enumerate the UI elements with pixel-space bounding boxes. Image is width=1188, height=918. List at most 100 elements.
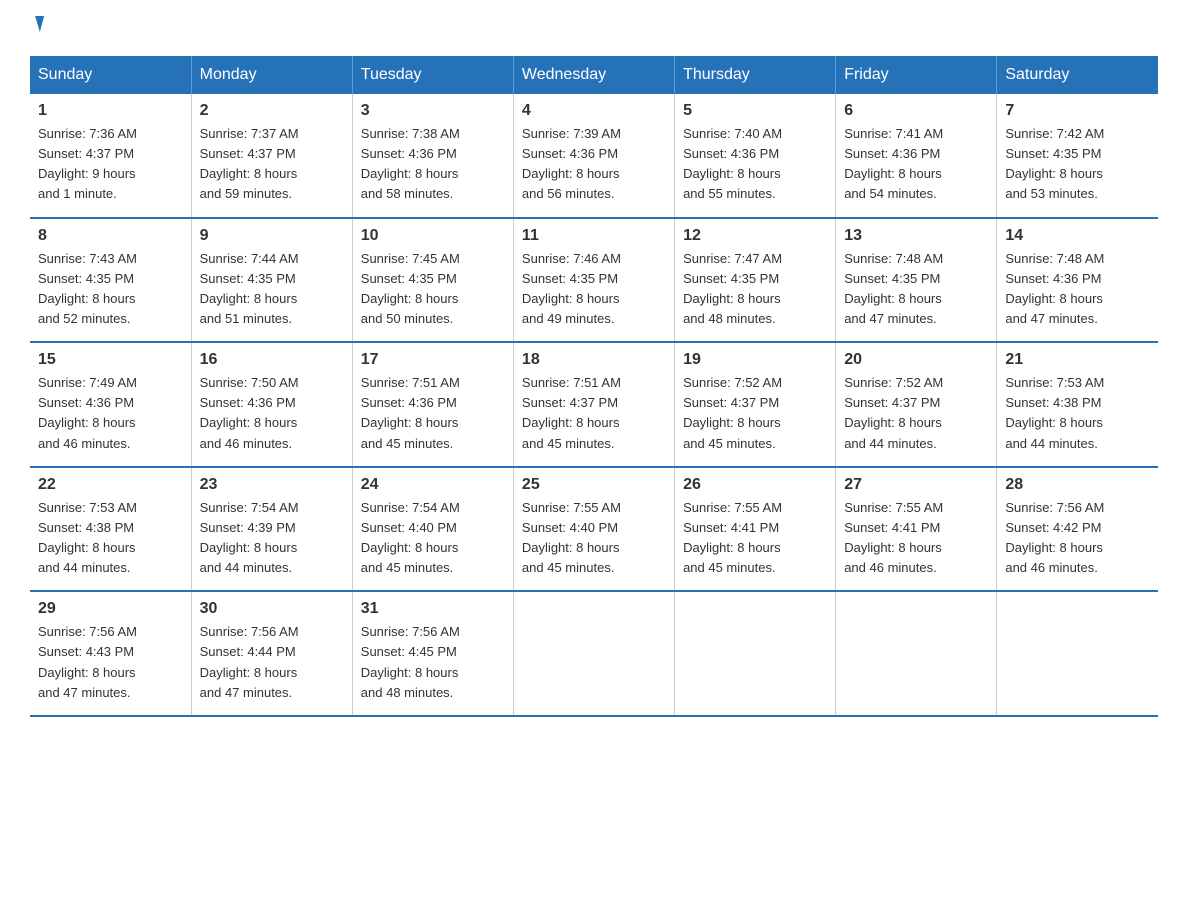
- day-of-week-header: Saturday: [997, 56, 1158, 94]
- day-number: 1: [38, 102, 183, 120]
- calendar-body: 1 Sunrise: 7:36 AMSunset: 4:37 PMDayligh…: [30, 94, 1158, 716]
- calendar-cell: 25 Sunrise: 7:55 AMSunset: 4:40 PMDaylig…: [513, 467, 674, 592]
- logo: [30, 20, 42, 36]
- calendar-cell: 18 Sunrise: 7:51 AMSunset: 4:37 PMDaylig…: [513, 342, 674, 467]
- day-info: Sunrise: 7:48 AMSunset: 4:36 PMDaylight:…: [1005, 249, 1150, 330]
- day-info: Sunrise: 7:54 AMSunset: 4:40 PMDaylight:…: [361, 498, 505, 579]
- day-info: Sunrise: 7:52 AMSunset: 4:37 PMDaylight:…: [844, 373, 988, 454]
- calendar-week-row: 1 Sunrise: 7:36 AMSunset: 4:37 PMDayligh…: [30, 94, 1158, 218]
- day-info: Sunrise: 7:45 AMSunset: 4:35 PMDaylight:…: [361, 249, 505, 330]
- day-number: 15: [38, 351, 183, 369]
- day-number: 7: [1005, 102, 1150, 120]
- calendar-table: SundayMondayTuesdayWednesdayThursdayFrid…: [30, 56, 1158, 717]
- day-number: 25: [522, 476, 666, 494]
- day-info: Sunrise: 7:47 AMSunset: 4:35 PMDaylight:…: [683, 249, 827, 330]
- calendar-cell: 9 Sunrise: 7:44 AMSunset: 4:35 PMDayligh…: [191, 218, 352, 343]
- day-info: Sunrise: 7:43 AMSunset: 4:35 PMDaylight:…: [38, 249, 183, 330]
- day-info: Sunrise: 7:48 AMSunset: 4:35 PMDaylight:…: [844, 249, 988, 330]
- calendar-cell: 19 Sunrise: 7:52 AMSunset: 4:37 PMDaylig…: [675, 342, 836, 467]
- calendar-cell: 24 Sunrise: 7:54 AMSunset: 4:40 PMDaylig…: [352, 467, 513, 592]
- day-number: 27: [844, 476, 988, 494]
- day-number: 20: [844, 351, 988, 369]
- calendar-week-row: 8 Sunrise: 7:43 AMSunset: 4:35 PMDayligh…: [30, 218, 1158, 343]
- day-info: Sunrise: 7:54 AMSunset: 4:39 PMDaylight:…: [200, 498, 344, 579]
- day-number: 14: [1005, 227, 1150, 245]
- calendar-cell: 7 Sunrise: 7:42 AMSunset: 4:35 PMDayligh…: [997, 94, 1158, 218]
- calendar-cell: 5 Sunrise: 7:40 AMSunset: 4:36 PMDayligh…: [675, 94, 836, 218]
- calendar-cell: 29 Sunrise: 7:56 AMSunset: 4:43 PMDaylig…: [30, 591, 191, 716]
- day-number: 22: [38, 476, 183, 494]
- calendar-cell: 28 Sunrise: 7:56 AMSunset: 4:42 PMDaylig…: [997, 467, 1158, 592]
- calendar-cell: [836, 591, 997, 716]
- day-number: 6: [844, 102, 988, 120]
- calendar-cell: 8 Sunrise: 7:43 AMSunset: 4:35 PMDayligh…: [30, 218, 191, 343]
- day-info: Sunrise: 7:38 AMSunset: 4:36 PMDaylight:…: [361, 124, 505, 205]
- day-info: Sunrise: 7:46 AMSunset: 4:35 PMDaylight:…: [522, 249, 666, 330]
- day-number: 24: [361, 476, 505, 494]
- calendar-week-row: 29 Sunrise: 7:56 AMSunset: 4:43 PMDaylig…: [30, 591, 1158, 716]
- day-number: 9: [200, 227, 344, 245]
- day-info: Sunrise: 7:49 AMSunset: 4:36 PMDaylight:…: [38, 373, 183, 454]
- day-info: Sunrise: 7:51 AMSunset: 4:36 PMDaylight:…: [361, 373, 505, 454]
- day-info: Sunrise: 7:56 AMSunset: 4:42 PMDaylight:…: [1005, 498, 1150, 579]
- day-info: Sunrise: 7:56 AMSunset: 4:44 PMDaylight:…: [200, 622, 344, 703]
- calendar-cell: 6 Sunrise: 7:41 AMSunset: 4:36 PMDayligh…: [836, 94, 997, 218]
- day-info: Sunrise: 7:42 AMSunset: 4:35 PMDaylight:…: [1005, 124, 1150, 205]
- day-info: Sunrise: 7:52 AMSunset: 4:37 PMDaylight:…: [683, 373, 827, 454]
- calendar-cell: 21 Sunrise: 7:53 AMSunset: 4:38 PMDaylig…: [997, 342, 1158, 467]
- calendar-cell: 1 Sunrise: 7:36 AMSunset: 4:37 PMDayligh…: [30, 94, 191, 218]
- day-of-week-header: Sunday: [30, 56, 191, 94]
- day-info: Sunrise: 7:44 AMSunset: 4:35 PMDaylight:…: [200, 249, 344, 330]
- calendar-week-row: 15 Sunrise: 7:49 AMSunset: 4:36 PMDaylig…: [30, 342, 1158, 467]
- day-info: Sunrise: 7:56 AMSunset: 4:43 PMDaylight:…: [38, 622, 183, 703]
- day-number: 11: [522, 227, 666, 245]
- day-info: Sunrise: 7:53 AMSunset: 4:38 PMDaylight:…: [38, 498, 183, 579]
- days-of-week-row: SundayMondayTuesdayWednesdayThursdayFrid…: [30, 56, 1158, 94]
- calendar-cell: 3 Sunrise: 7:38 AMSunset: 4:36 PMDayligh…: [352, 94, 513, 218]
- calendar-cell: 30 Sunrise: 7:56 AMSunset: 4:44 PMDaylig…: [191, 591, 352, 716]
- day-number: 17: [361, 351, 505, 369]
- day-info: Sunrise: 7:55 AMSunset: 4:41 PMDaylight:…: [683, 498, 827, 579]
- calendar-cell: 2 Sunrise: 7:37 AMSunset: 4:37 PMDayligh…: [191, 94, 352, 218]
- day-number: 5: [683, 102, 827, 120]
- day-info: Sunrise: 7:40 AMSunset: 4:36 PMDaylight:…: [683, 124, 827, 205]
- calendar-cell: [997, 591, 1158, 716]
- day-number: 28: [1005, 476, 1150, 494]
- day-number: 21: [1005, 351, 1150, 369]
- day-info: Sunrise: 7:56 AMSunset: 4:45 PMDaylight:…: [361, 622, 505, 703]
- day-number: 23: [200, 476, 344, 494]
- calendar-cell: 4 Sunrise: 7:39 AMSunset: 4:36 PMDayligh…: [513, 94, 674, 218]
- calendar-cell: 13 Sunrise: 7:48 AMSunset: 4:35 PMDaylig…: [836, 218, 997, 343]
- day-number: 31: [361, 600, 505, 618]
- calendar-cell: 27 Sunrise: 7:55 AMSunset: 4:41 PMDaylig…: [836, 467, 997, 592]
- day-number: 3: [361, 102, 505, 120]
- day-number: 12: [683, 227, 827, 245]
- calendar-cell: 26 Sunrise: 7:55 AMSunset: 4:41 PMDaylig…: [675, 467, 836, 592]
- day-number: 26: [683, 476, 827, 494]
- day-info: Sunrise: 7:41 AMSunset: 4:36 PMDaylight:…: [844, 124, 988, 205]
- logo-triangle-icon: [31, 16, 44, 32]
- day-of-week-header: Friday: [836, 56, 997, 94]
- day-of-week-header: Tuesday: [352, 56, 513, 94]
- day-info: Sunrise: 7:36 AMSunset: 4:37 PMDaylight:…: [38, 124, 183, 205]
- calendar-cell: [675, 591, 836, 716]
- day-number: 18: [522, 351, 666, 369]
- day-number: 2: [200, 102, 344, 120]
- day-info: Sunrise: 7:51 AMSunset: 4:37 PMDaylight:…: [522, 373, 666, 454]
- calendar-cell: 11 Sunrise: 7:46 AMSunset: 4:35 PMDaylig…: [513, 218, 674, 343]
- page-header: [30, 20, 1158, 36]
- day-of-week-header: Wednesday: [513, 56, 674, 94]
- calendar-cell: 12 Sunrise: 7:47 AMSunset: 4:35 PMDaylig…: [675, 218, 836, 343]
- calendar-cell: 22 Sunrise: 7:53 AMSunset: 4:38 PMDaylig…: [30, 467, 191, 592]
- day-number: 4: [522, 102, 666, 120]
- day-info: Sunrise: 7:53 AMSunset: 4:38 PMDaylight:…: [1005, 373, 1150, 454]
- calendar-cell: 20 Sunrise: 7:52 AMSunset: 4:37 PMDaylig…: [836, 342, 997, 467]
- calendar-cell: 23 Sunrise: 7:54 AMSunset: 4:39 PMDaylig…: [191, 467, 352, 592]
- day-number: 30: [200, 600, 344, 618]
- calendar-week-row: 22 Sunrise: 7:53 AMSunset: 4:38 PMDaylig…: [30, 467, 1158, 592]
- calendar-cell: 16 Sunrise: 7:50 AMSunset: 4:36 PMDaylig…: [191, 342, 352, 467]
- day-number: 8: [38, 227, 183, 245]
- day-info: Sunrise: 7:55 AMSunset: 4:40 PMDaylight:…: [522, 498, 666, 579]
- day-number: 16: [200, 351, 344, 369]
- calendar-cell: 14 Sunrise: 7:48 AMSunset: 4:36 PMDaylig…: [997, 218, 1158, 343]
